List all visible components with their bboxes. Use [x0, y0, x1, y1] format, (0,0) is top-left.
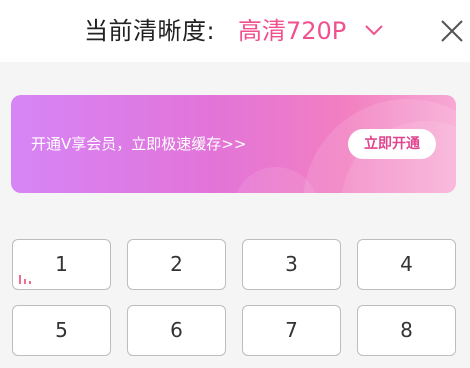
- episode-number: 1: [55, 252, 68, 276]
- chevron-down-icon[interactable]: [364, 22, 384, 38]
- episode-number: 5: [55, 318, 68, 342]
- vip-promo-text[interactable]: 开通V享会员，立即极速缓存>>: [31, 133, 246, 155]
- vip-banner[interactable]: 开通V享会员，立即极速缓存>> 立即开通: [11, 95, 456, 193]
- episode-button-2[interactable]: 2: [127, 239, 226, 290]
- close-icon[interactable]: [440, 19, 464, 43]
- episode-number: 8: [400, 318, 413, 342]
- episode-button-8[interactable]: 8: [357, 305, 456, 356]
- vip-open-button[interactable]: 立即开通: [348, 129, 436, 159]
- episode-number: 3: [285, 252, 298, 276]
- episode-number: 4: [400, 252, 413, 276]
- episode-button-3[interactable]: 3: [242, 239, 341, 290]
- episode-number: 2: [170, 252, 183, 276]
- playing-bars-icon: [19, 275, 31, 284]
- episode-number: 7: [285, 318, 298, 342]
- banner-decoration: [233, 167, 319, 193]
- quality-label: 当前清晰度:: [84, 17, 216, 45]
- episode-button-4[interactable]: 4: [357, 239, 456, 290]
- episode-button-5[interactable]: 5: [12, 305, 111, 356]
- quality-selector[interactable]: 高清720P: [238, 14, 346, 48]
- episode-button-6[interactable]: 6: [127, 305, 226, 356]
- episode-button-7[interactable]: 7: [242, 305, 341, 356]
- quality-header: 当前清晰度: 高清720P: [0, 0, 470, 62]
- episode-number: 6: [170, 318, 183, 342]
- episode-button-1[interactable]: 1: [12, 239, 111, 290]
